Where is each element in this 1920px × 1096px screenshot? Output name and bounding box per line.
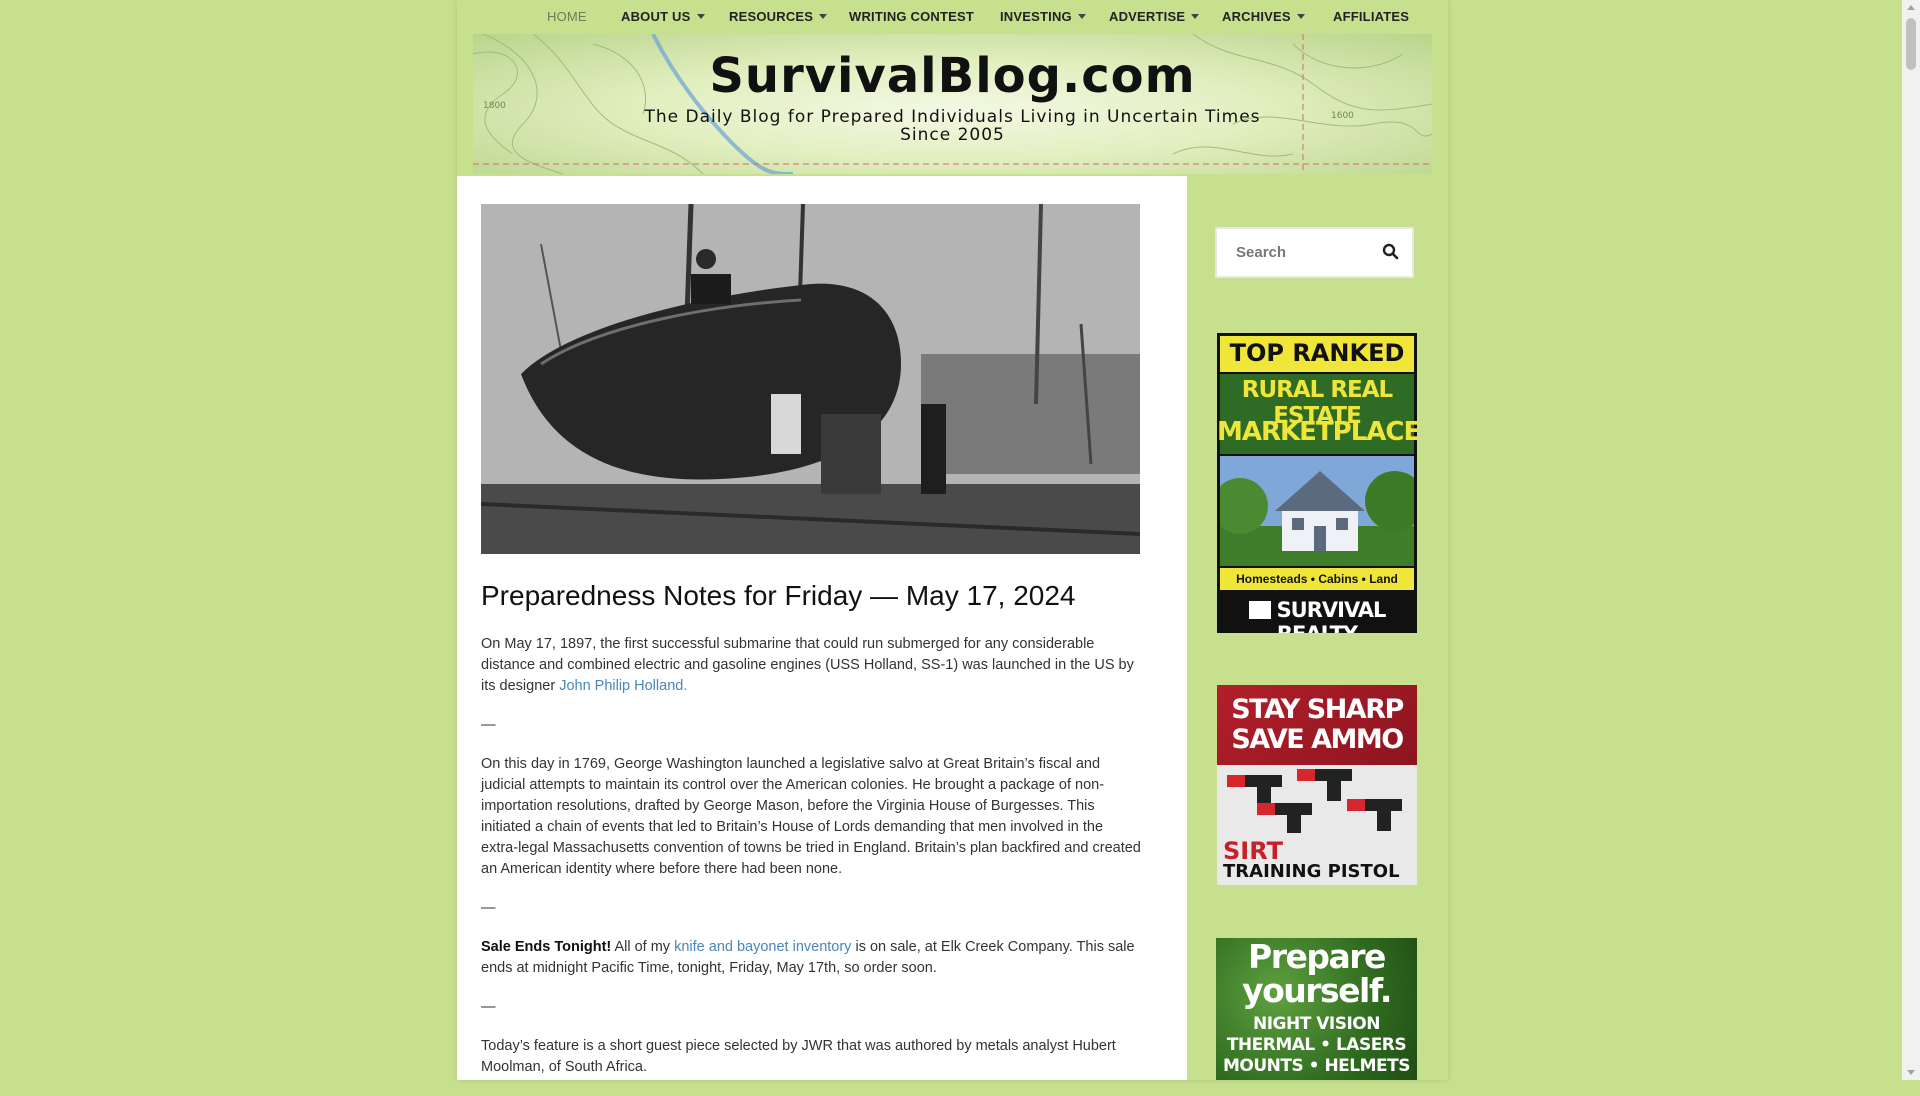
paragraph-text: All of my (611, 939, 675, 955)
search-icon[interactable] (1382, 243, 1400, 261)
ad-line: MARKETPLACE (1217, 417, 1417, 447)
tagline-line: The Daily Blog for Prepared Individuals … (644, 107, 1261, 127)
ad-line: STAY SHARP (1231, 694, 1404, 725)
scroll-down-icon[interactable] (1907, 1070, 1915, 1075)
site-title: SurvivalBlog.com (709, 48, 1196, 104)
search-box (1215, 227, 1414, 278)
nav-about-us[interactable]: ABOUT US (621, 9, 705, 24)
site-tagline: The Daily Blog for Prepared Individuals … (473, 108, 1432, 144)
search-input[interactable] (1217, 229, 1367, 276)
post-paragraph: Sale Ends Tonight! All of my knife and b… (481, 937, 1143, 979)
ad-headline: Prepare yourself. (1216, 940, 1417, 1008)
ad-survival-realty[interactable]: TOP RANKED RURAL REAL ESTATE MARKETPLACE… (1217, 333, 1417, 633)
sale-heading: Sale Ends Tonight! (481, 939, 612, 955)
tagline-line: Since 2005 (900, 125, 1005, 145)
separator: — (481, 999, 496, 1015)
nav-resources[interactable]: RESOURCES (729, 9, 828, 24)
nav-archives-label: ARCHIVES (1222, 9, 1291, 24)
hero-image[interactable] (481, 204, 1140, 554)
nav-about-us-label: ABOUT US (621, 9, 691, 24)
house-photo-icon (1220, 456, 1414, 566)
ad-line: Prepare (1248, 938, 1386, 976)
post-paragraph: On May 17, 1897, the first successful su… (481, 634, 1143, 697)
separator: — (481, 900, 496, 916)
scroll-up-icon[interactable] (1907, 5, 1915, 10)
submarine-photo-icon (481, 204, 1140, 554)
pistols-icon (1227, 769, 1402, 833)
post-paragraph: Today’s feature is a short guest piece s… (481, 1038, 1116, 1075)
chevron-down-icon (1077, 14, 1086, 19)
main-content: Preparedness Notes for Friday — May 17, … (457, 176, 1187, 1080)
scrollbar[interactable] (1902, 0, 1920, 1080)
header-banner[interactable]: 1600 1800 SurvivalBlog.com The Daily Blo… (473, 34, 1432, 174)
post-title[interactable]: Preparedness Notes for Friday — May 17, … (481, 580, 1076, 612)
ad-line: SAVE AMMO (1231, 724, 1404, 755)
ad-line: THERMAL • LASERS (1226, 1035, 1407, 1055)
chevron-down-icon (696, 14, 705, 19)
ad-list: NIGHT VISION THERMAL • LASERS MOUNTS • H… (1216, 1014, 1417, 1077)
ad-sub: TRAINING PISTOL (1223, 861, 1400, 882)
castle-icon (1248, 601, 1271, 619)
ad-line: NIGHT VISION (1253, 1014, 1380, 1034)
ad-brand: SURVIVAL REALTY (1217, 598, 1417, 633)
ad-line: MOUNTS • HELMETS (1223, 1056, 1411, 1076)
chevron-down-icon (1296, 14, 1305, 19)
link-knife-inventory[interactable]: knife and bayonet inventory (674, 939, 851, 955)
ad-top-text: TOP RANKED (1229, 339, 1405, 367)
ad-night-vision[interactable]: Prepare yourself. NIGHT VISION THERMAL •… (1216, 938, 1417, 1080)
post-body: On May 17, 1897, the first successful su… (481, 634, 1143, 1096)
ad-brand-text: SURVIVAL REALTY (1276, 598, 1387, 633)
nav-writing-contest[interactable]: WRITING CONTEST (849, 9, 974, 24)
nav-resources-label: RESOURCES (729, 9, 814, 24)
nav-advertise[interactable]: ADVERTISE (1109, 9, 1200, 24)
nav-investing-label: INVESTING (1000, 9, 1072, 24)
nav-affiliates[interactable]: AFFILIATES (1333, 9, 1409, 24)
nav-advertise-label: ADVERTISE (1109, 9, 1186, 24)
post-paragraph: On this day in 1769, George Washington l… (481, 756, 1141, 877)
ad-tags: Homesteads • Cabins • Land (1236, 572, 1398, 586)
nav-home[interactable]: HOME (547, 9, 587, 24)
ad-sirt-training-pistol[interactable]: STAY SHARP SAVE AMMO SIRT TRAINING PISTO… (1217, 685, 1417, 885)
separator: — (481, 717, 496, 733)
link-john-philip-holland[interactable]: John Philip Holland. (559, 678, 687, 694)
ad-line: yourself. (1242, 971, 1392, 1010)
main-nav: HOME ABOUT US RESOURCES WRITING CONTEST … (457, 0, 1448, 34)
chevron-down-icon (1191, 14, 1200, 19)
nav-archives[interactable]: ARCHIVES (1222, 9, 1305, 24)
chevron-down-icon (819, 14, 828, 19)
ad-headline: STAY SHARP SAVE AMMO (1217, 695, 1417, 755)
nav-investing[interactable]: INVESTING (1000, 9, 1086, 24)
scroll-thumb[interactable] (1906, 18, 1916, 70)
